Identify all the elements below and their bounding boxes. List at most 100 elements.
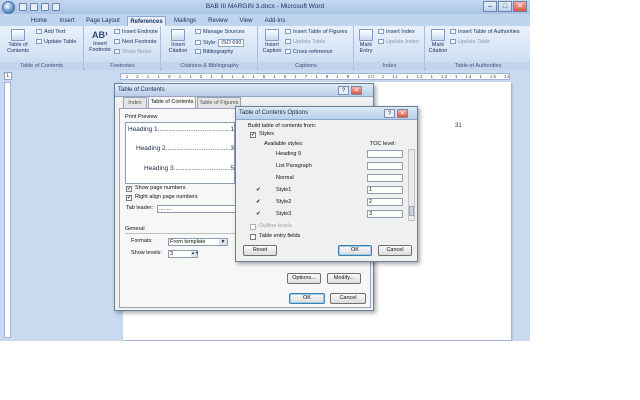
style-level-input[interactable]: 1: [367, 186, 403, 194]
style-level-input[interactable]: [367, 162, 403, 170]
insert-endnote-button[interactable]: Insert Endnote: [114, 29, 158, 36]
add-text-label: Add Text: [44, 29, 66, 35]
close-button[interactable]: ✕: [513, 1, 527, 12]
bibliography-button[interactable]: Bibliography: [195, 49, 233, 56]
manage-sources-button[interactable]: Manage Sources: [195, 29, 245, 36]
update-authorities-table-button[interactable]: Update Table: [450, 39, 490, 46]
outline-levels-label: Outline levels: [259, 223, 293, 229]
preview-line-2: Heading 2...............................…: [136, 145, 234, 152]
tab-insert[interactable]: Insert: [54, 16, 80, 26]
reset-button[interactable]: Reset: [243, 245, 277, 256]
group-label: Index: [355, 62, 424, 70]
preview-page-3: 5: [230, 165, 234, 172]
insert-endnote-icon: [114, 29, 120, 34]
insert-footnote-button[interactable]: AB¹ Insert Footnote: [87, 29, 113, 53]
insert-citation-button[interactable]: Insert Citation: [164, 29, 192, 54]
tab-add-ins[interactable]: Add-Ins: [260, 16, 290, 26]
chevron-down-icon[interactable]: ▼: [219, 239, 227, 245]
style-selector[interactable]: Style: ISO 690: [195, 39, 245, 47]
tab-mailings[interactable]: Mailings: [170, 16, 200, 26]
group-table-of-contents: Table of Contents Add Text Update Table …: [0, 26, 84, 70]
help-button[interactable]: ?: [338, 86, 349, 95]
style-name: Style2: [276, 199, 292, 205]
options-cancel-button[interactable]: Cancel: [378, 245, 412, 256]
options-ok-button[interactable]: OK: [338, 245, 372, 256]
styles-checkbox[interactable]: ✔: [250, 132, 256, 138]
show-notes-button[interactable]: Show Notes: [114, 49, 152, 56]
insert-caption-button[interactable]: Insert Caption: [260, 29, 284, 54]
next-footnote-button[interactable]: Next Footnote: [114, 39, 157, 46]
levels-spinner-icon[interactable]: ▲▼: [191, 251, 199, 257]
insert-table-of-figures-label: Insert Table of Figures: [293, 29, 348, 35]
mark-citation-label: Mark Citation: [428, 42, 448, 54]
style-value[interactable]: ISO 690: [218, 39, 245, 47]
tab-references[interactable]: References: [127, 16, 166, 26]
table-of-contents-button[interactable]: Table of Contents: [3, 29, 33, 54]
tab-page-layout[interactable]: Page Layout: [84, 16, 122, 26]
cross-reference-button[interactable]: Cross-reference: [285, 49, 332, 56]
right-align-checkbox[interactable]: ✔: [126, 195, 132, 201]
update-figures-icon: [285, 39, 291, 44]
table-entry-fields-checkbox[interactable]: [250, 234, 256, 240]
options-help-button[interactable]: ?: [384, 109, 395, 118]
style-check: ✔: [256, 211, 261, 217]
maximize-button[interactable]: □: [498, 1, 512, 12]
options-close-button[interactable]: ✕: [397, 109, 408, 118]
mark-entry-button[interactable]: Mark Entry: [356, 29, 376, 54]
mark-citation-icon: [431, 29, 445, 41]
minimize-button[interactable]: –: [483, 1, 497, 12]
insert-index-button[interactable]: Insert Index: [378, 29, 415, 36]
group-citations: Insert Citation Manage Sources Style: IS…: [162, 26, 258, 70]
tab-home[interactable]: Home: [26, 16, 52, 26]
modify-button[interactable]: Modify...: [327, 273, 361, 284]
preview-heading-3: Heading 3: [144, 165, 174, 172]
update-figures-table-button[interactable]: Update Table: [285, 39, 325, 46]
outline-levels-checkbox[interactable]: [250, 224, 256, 230]
preview-heading-2: Heading 2: [136, 145, 166, 152]
insert-table-of-figures-button[interactable]: Insert Table of Figures: [285, 29, 347, 36]
update-table-button[interactable]: Update Table: [36, 39, 76, 46]
title-bar: BAB III MARGIN 3.docx - Microsoft Word –…: [0, 0, 530, 14]
style-name: Heading 9: [276, 151, 302, 157]
bibliography-icon: [195, 49, 201, 54]
options-button[interactable]: Options...: [287, 273, 321, 284]
style-row: List Paragraph: [252, 161, 408, 172]
style-name: Style3: [276, 211, 292, 217]
update-authorities-label: Update Table: [458, 39, 491, 45]
preview-page-1: 1: [230, 126, 234, 133]
page-number: 31: [455, 123, 462, 129]
tab-leader-select[interactable]: ........: [157, 205, 237, 213]
style-label: Style:: [203, 40, 217, 46]
add-text-button[interactable]: Add Text: [36, 29, 65, 36]
scrollbar-thumb[interactable]: [409, 206, 414, 216]
toc-close-button[interactable]: ✕: [351, 86, 362, 95]
preview-page-2: 3: [230, 145, 234, 152]
toc-ok-button[interactable]: OK: [289, 293, 325, 304]
ribbon-tabs: Home Insert Page Layout References Maili…: [0, 14, 530, 26]
toc-options-dialog: Table of Contents Options ? ✕ Build tabl…: [235, 106, 418, 262]
vertical-ruler[interactable]: [4, 82, 11, 338]
tab-review[interactable]: Review: [204, 16, 232, 26]
mark-citation-button[interactable]: Mark Citation: [427, 29, 449, 54]
tab-selector-icon[interactable]: L: [4, 72, 12, 80]
toc-cancel-button[interactable]: Cancel: [330, 293, 366, 304]
insert-toa-label: Insert Table of Authorities: [458, 29, 520, 35]
update-index-button[interactable]: Update Index: [378, 39, 419, 46]
tab-table-of-contents[interactable]: Table of Contents: [148, 96, 196, 108]
table-entry-fields-label: Table entry fields: [259, 233, 301, 239]
style-level-input[interactable]: [367, 150, 403, 158]
style-level-input[interactable]: 3: [367, 210, 403, 218]
styles-scrollbar[interactable]: [408, 149, 415, 221]
styles-label: Styles: [259, 131, 274, 137]
style-level-input[interactable]: 2: [367, 198, 403, 206]
table-of-contents-label: Table of Contents: [6, 42, 29, 54]
tab-index[interactable]: Index: [123, 97, 147, 108]
style-level-input[interactable]: [367, 174, 403, 182]
show-notes-icon: [114, 49, 120, 54]
insert-table-of-authorities-button[interactable]: Insert Table of Authorities: [450, 29, 520, 36]
show-page-numbers-checkbox[interactable]: ✔: [126, 186, 132, 192]
tab-view[interactable]: View: [235, 16, 257, 26]
horizontal-ruler[interactable]: · 1 · 2 · 1 · 1 · X · 1 · 1 · 2 · 1 · 3 …: [120, 73, 510, 80]
general-divider: [125, 233, 245, 234]
formats-label: Formats:: [131, 238, 153, 244]
